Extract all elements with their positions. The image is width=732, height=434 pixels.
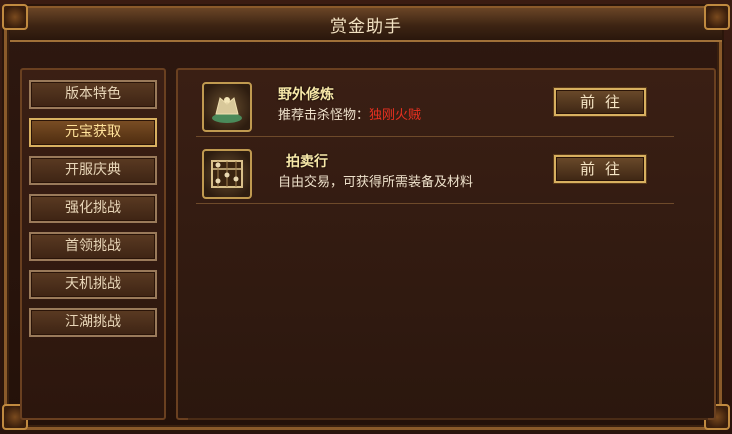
list-item: 野外修炼 推荐击杀怪物：独刚火贼 前往 xyxy=(196,76,674,137)
nav-item-tianji-challenge[interactable]: 天机挑战 xyxy=(29,270,157,299)
nav-item-boss-challenge[interactable]: 首领挑战 xyxy=(29,232,157,261)
go-button[interactable]: 前往 xyxy=(554,88,646,116)
row-description: 自由交易，可获得所需装备及材料 xyxy=(278,175,474,190)
row-description: 推荐击杀怪物：独刚火贼 xyxy=(278,108,422,123)
corner-ornament-icon xyxy=(704,4,730,30)
nav-item-enhance-challenge[interactable]: 强化挑战 xyxy=(29,194,157,223)
list-item: 拍卖行 自由交易，可获得所需装备及材料 前往 xyxy=(196,143,674,204)
corner-ornament-icon xyxy=(2,4,28,30)
window-title: 赏金助手 xyxy=(330,17,402,37)
nav-item-server-celebration[interactable]: 开服庆典 xyxy=(29,156,157,185)
treasure-icon xyxy=(202,82,252,132)
nav-item-ingot-acquire[interactable]: 元宝获取 xyxy=(29,118,157,147)
nav-item-version-features[interactable]: 版本特色 xyxy=(29,80,157,109)
monster-name: 独刚火贼 xyxy=(369,108,422,123)
panel-divider xyxy=(188,418,708,420)
row-title: 拍卖行 xyxy=(286,154,328,170)
abacus-icon xyxy=(202,149,252,199)
row-title: 野外修炼 xyxy=(278,87,334,103)
go-button[interactable]: 前往 xyxy=(554,155,646,183)
nav-item-jianghu-challenge[interactable]: 江湖挑战 xyxy=(29,308,157,337)
